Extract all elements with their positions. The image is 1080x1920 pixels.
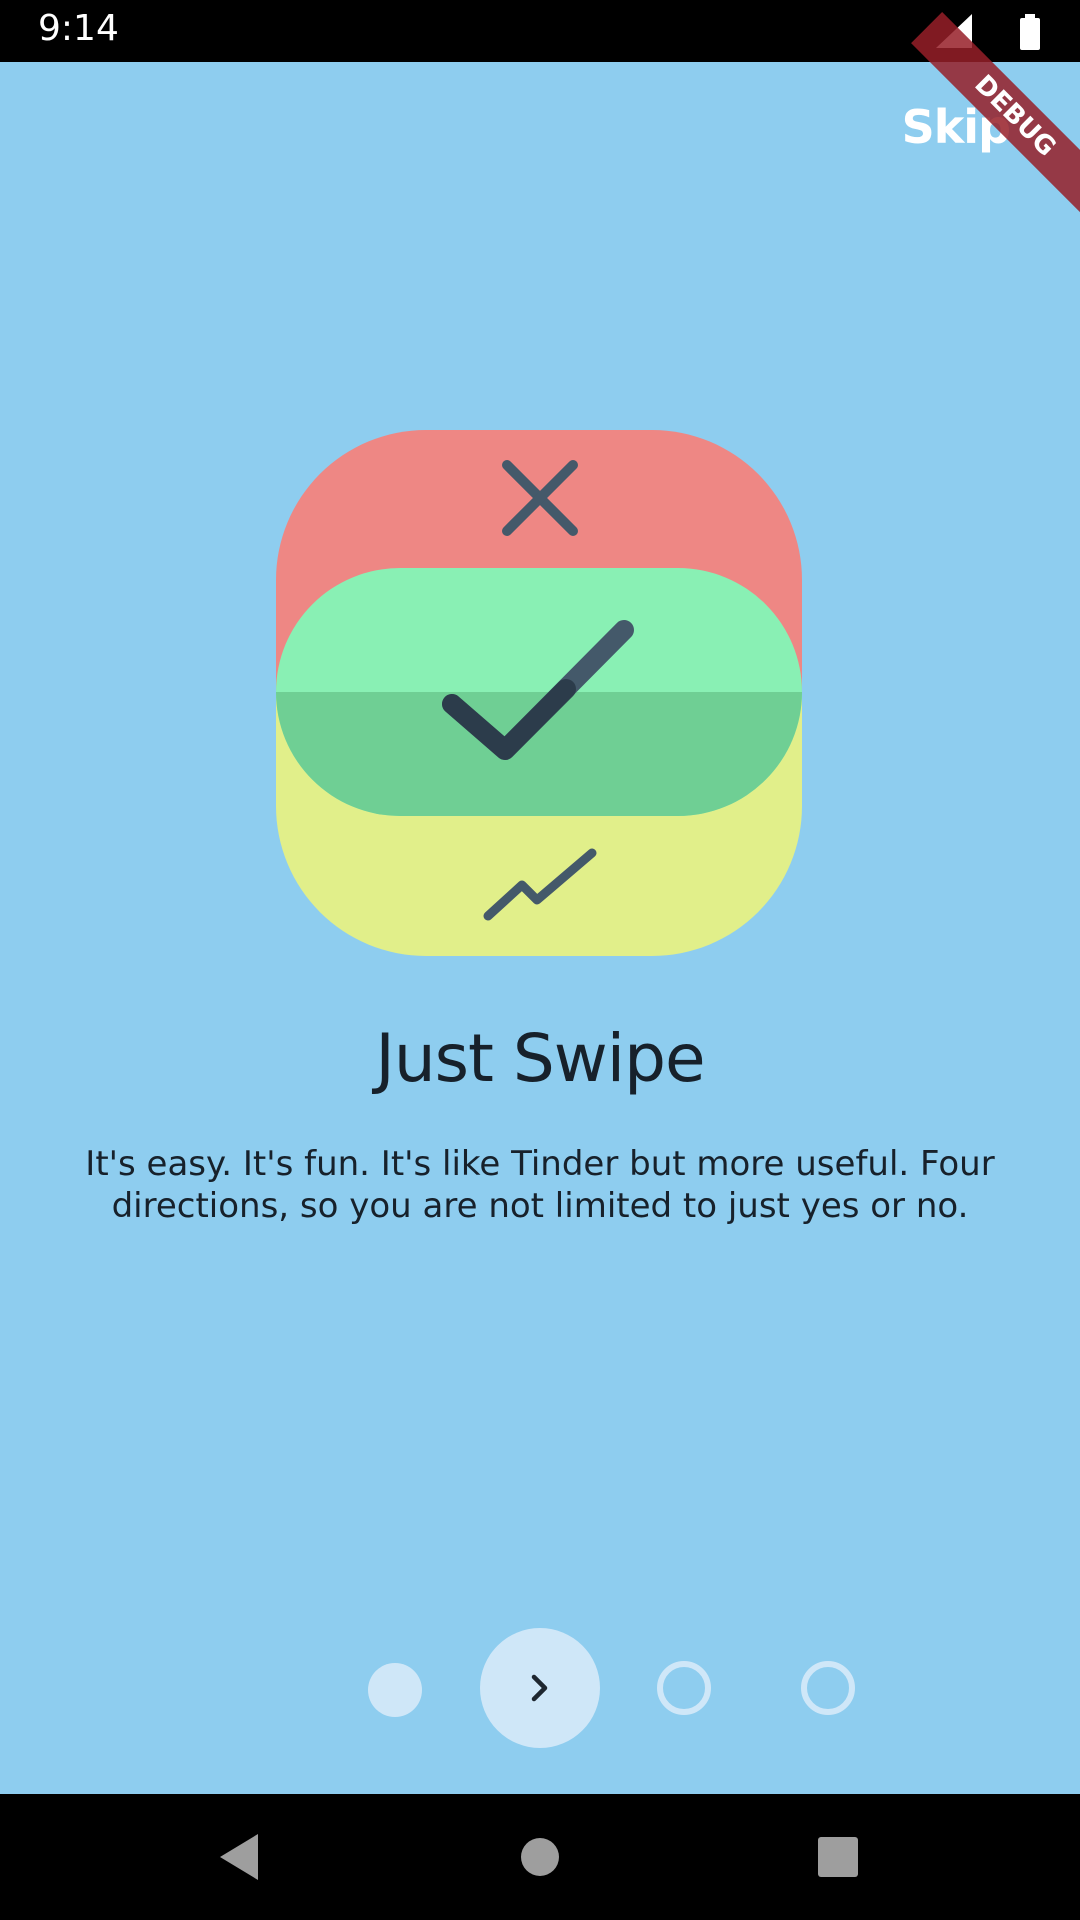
chevron-right-icon [531, 1674, 548, 1702]
status-bar: 9:14 [0, 0, 1080, 62]
swipe-illustration [276, 430, 802, 956]
next-button[interactable] [480, 1628, 600, 1748]
recents-button[interactable] [805, 1824, 871, 1890]
onboarding-screen: Skip DEBUG [0, 12, 1080, 1794]
battery-icon [1020, 14, 1040, 50]
slide-title: Just Swipe [375, 1020, 705, 1097]
home-icon [521, 1838, 559, 1876]
green-card [276, 568, 802, 816]
page-dot-4[interactable] [801, 1661, 855, 1715]
home-button[interactable] [507, 1824, 573, 1890]
status-time: 9:14 [38, 8, 119, 49]
back-button[interactable] [212, 1824, 278, 1890]
system-nav-bar [0, 1794, 1080, 1920]
back-icon [220, 1834, 258, 1880]
page-dot-3[interactable] [657, 1661, 711, 1715]
slide-description: It's easy. It's fun. It's like Tinder bu… [85, 1144, 995, 1226]
recents-icon [818, 1837, 858, 1877]
page-dot-1[interactable] [368, 1663, 422, 1717]
